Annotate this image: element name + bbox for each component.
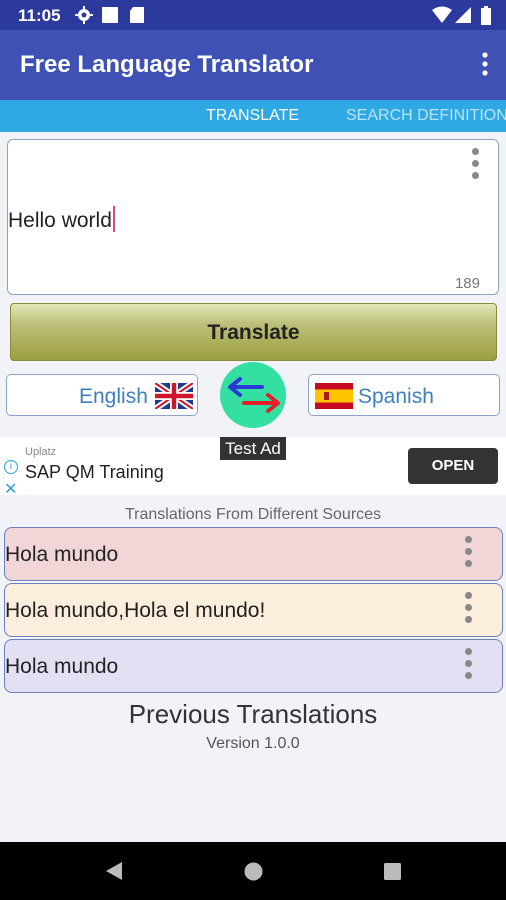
wifi-icon (432, 6, 452, 29)
source-text-value: Hello world (8, 206, 115, 233)
tab-search-definition[interactable]: SEARCH DEFINITION (346, 107, 506, 125)
result-options-icon[interactable] (465, 592, 473, 624)
navigation-bar (0, 842, 506, 900)
swap-arrows-icon (228, 377, 280, 413)
result-options-icon[interactable] (465, 648, 473, 680)
target-language-label: Spanish (358, 385, 434, 408)
notification-square-icon (101, 6, 119, 29)
translation-result-3[interactable]: Hola mundo (4, 639, 503, 693)
home-icon[interactable] (244, 862, 263, 886)
sources-heading: Translations From Different Sources (124, 506, 382, 523)
app-bar: Free Language Translator (0, 30, 506, 100)
spain-flag-icon (315, 383, 353, 414)
back-icon[interactable] (104, 861, 124, 886)
test-ad-label: Test Ad (220, 437, 286, 460)
battery-icon (480, 6, 492, 31)
char-counter: 189 (454, 275, 480, 292)
tab-translate[interactable]: TRANSLATE (206, 107, 299, 125)
ad-title: SAP QM Training (25, 462, 164, 482)
app-title: Free Language Translator (20, 51, 314, 78)
source-language-label: English (79, 385, 148, 408)
ad-info-icon[interactable]: i (4, 460, 18, 474)
swap-languages-button[interactable] (220, 362, 286, 428)
sd-card-icon (129, 6, 145, 29)
target-language-selector[interactable]: Spanish (308, 374, 500, 416)
translation-result-1[interactable]: Hola mundo (4, 527, 503, 581)
gear-icon (75, 6, 93, 29)
overflow-menu-icon[interactable] (480, 52, 490, 78)
translate-button[interactable]: Translate (10, 303, 497, 361)
source-text-input[interactable]: Hello world 189 (7, 139, 499, 295)
previous-translations-link[interactable]: Previous Translations (0, 699, 506, 730)
result-options-icon[interactable] (465, 536, 473, 568)
translation-text: Hola mundo (5, 543, 119, 566)
uk-flag-icon (153, 380, 195, 414)
status-bar: 11:05 (0, 0, 506, 30)
ad-close-icon[interactable]: ✕ (4, 479, 17, 499)
source-language-selector[interactable]: English (6, 374, 198, 416)
signal-icon (455, 6, 471, 29)
recents-icon[interactable] (384, 863, 401, 885)
translation-text: Hola mundo (5, 655, 119, 678)
tab-bar: TRANSLATE SEARCH DEFINITION (0, 100, 506, 132)
status-time: 11:05 (18, 6, 61, 25)
ad-brand: Uplatz (25, 446, 57, 458)
ad-open-button[interactable]: OPEN (408, 448, 498, 484)
input-options-icon[interactable] (472, 148, 480, 180)
version-label: Version 1.0.0 (206, 735, 300, 752)
translation-text: Hola mundo,Hola el mundo! (5, 599, 266, 622)
text-cursor (112, 206, 115, 232)
translation-result-2[interactable]: Hola mundo,Hola el mundo! (4, 583, 503, 637)
